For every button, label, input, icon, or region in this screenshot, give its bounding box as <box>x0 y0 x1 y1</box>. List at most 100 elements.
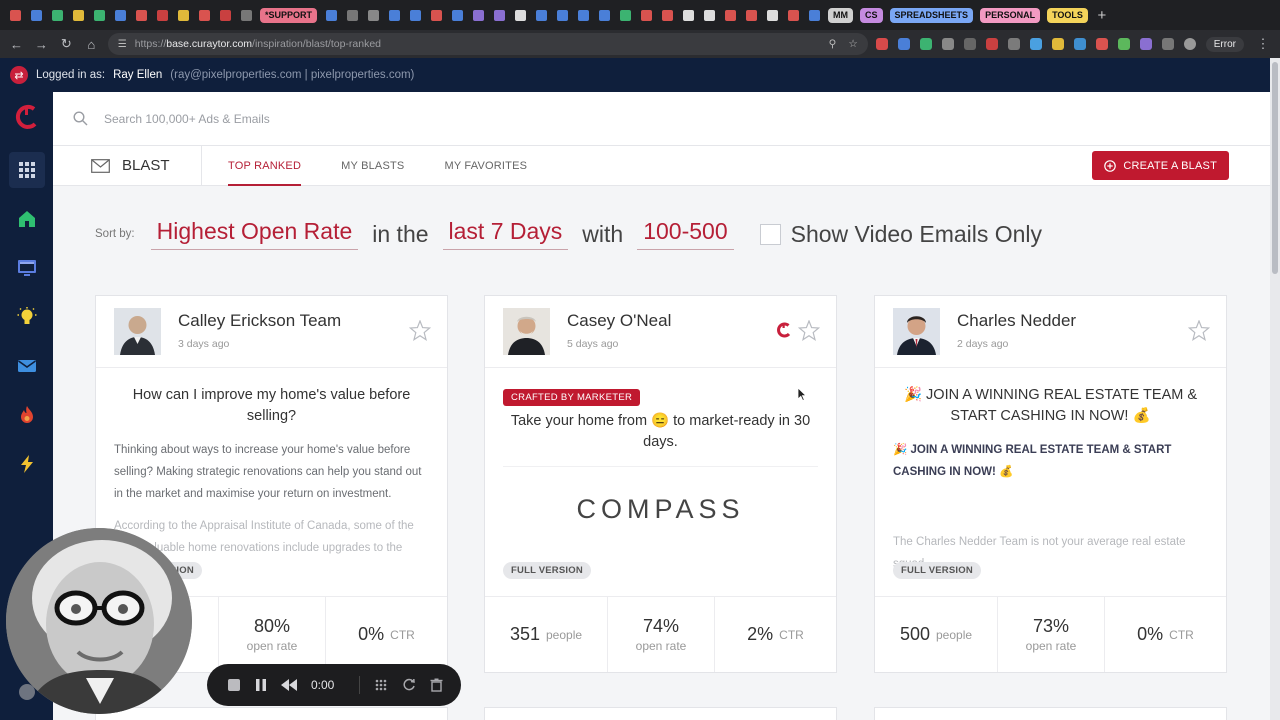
restart-icon[interactable] <box>402 678 416 692</box>
browser-tab-icon[interactable] <box>427 6 445 24</box>
browser-tab-icon[interactable] <box>6 6 24 24</box>
browser-tab-icon[interactable] <box>364 6 382 24</box>
sidebar-item-email[interactable] <box>9 348 45 384</box>
browser-tab-icon[interactable] <box>153 6 171 24</box>
zoom-icon[interactable]: ⚲ <box>829 38 837 50</box>
full-version-badge[interactable]: FULL VERSION <box>893 562 981 579</box>
browser-tab-icon[interactable] <box>637 6 655 24</box>
browser-tab-icon[interactable] <box>763 6 781 24</box>
bookmark-group-chip[interactable]: TOOLS <box>1047 7 1088 23</box>
browser-tab-icon[interactable] <box>490 6 508 24</box>
bookmark-group-chip[interactable]: MM <box>828 7 854 23</box>
extension-icon[interactable] <box>985 38 998 50</box>
full-version-badge[interactable]: FULL VERSION <box>503 562 591 579</box>
browser-tab-icon[interactable] <box>132 6 150 24</box>
profile-avatar-icon[interactable] <box>1183 38 1196 50</box>
browser-tab-icon[interactable] <box>658 6 676 24</box>
extension-icon[interactable] <box>897 38 910 50</box>
extensions-puzzle-icon[interactable] <box>1161 38 1174 50</box>
bookmark-group-chip[interactable]: *SUPPORT <box>260 7 318 23</box>
browser-tab-icon[interactable] <box>469 6 487 24</box>
browser-menu-icon[interactable]: ⋮ <box>1254 36 1272 52</box>
forward-icon[interactable]: → <box>33 37 50 52</box>
browser-tab-icon[interactable] <box>553 6 571 24</box>
favorite-star-icon[interactable] <box>798 320 820 341</box>
tab-my-blasts[interactable]: MY BLASTS <box>321 146 424 185</box>
browser-tab-icon[interactable] <box>616 6 634 24</box>
stop-icon[interactable] <box>227 678 241 692</box>
browser-tab-icon[interactable] <box>322 6 340 24</box>
browser-tab-icon[interactable] <box>406 6 424 24</box>
browser-tab-icon[interactable] <box>27 6 45 24</box>
blast-card-partial[interactable] <box>874 707 1227 720</box>
sidebar-item-apps[interactable] <box>8 152 45 188</box>
video-only-label[interactable]: Show Video Emails Only <box>791 221 1042 248</box>
error-indicator[interactable]: Error <box>1205 36 1244 52</box>
browser-tab-icon[interactable] <box>174 6 192 24</box>
switch-user-icon[interactable]: ⇄ <box>10 66 28 84</box>
browser-tab-icon[interactable] <box>237 6 255 24</box>
browser-tab-icon[interactable] <box>216 6 234 24</box>
browser-tab-icon[interactable] <box>784 6 802 24</box>
drag-handle-icon[interactable] <box>374 678 388 692</box>
sidebar-item-home[interactable] <box>9 201 45 237</box>
browser-tab-icon[interactable] <box>90 6 108 24</box>
tab-top-ranked[interactable]: TOP RANKED <box>202 146 321 186</box>
bookmark-group-chip[interactable]: SPREADSHEETS <box>889 7 974 23</box>
site-info-icon[interactable]: ☰ <box>118 39 127 50</box>
browser-tab-icon[interactable] <box>195 6 213 24</box>
blast-card-partial[interactable] <box>95 707 448 720</box>
browser-tab-icon[interactable] <box>343 6 361 24</box>
create-blast-button[interactable]: CREATE A BLAST <box>1092 151 1229 180</box>
reload-icon[interactable]: ↻ <box>58 36 75 52</box>
blast-card-partial[interactable] <box>484 707 837 720</box>
bookmark-star-icon[interactable]: ☆ <box>848 38 857 50</box>
browser-tab-icon[interactable] <box>448 6 466 24</box>
page-scrollbar[interactable] <box>1270 58 1280 720</box>
favorite-star-icon[interactable] <box>409 320 431 341</box>
browser-tab-icon[interactable] <box>574 6 592 24</box>
blast-card[interactable]: Casey O'Neal 5 days ago CRAFTED BY MARKE… <box>484 295 837 673</box>
browser-tab-icon[interactable] <box>679 6 697 24</box>
browser-tab-icon[interactable] <box>48 6 66 24</box>
blast-card[interactable]: Charles Nedder 2 days ago 🎉 JOIN A WINNI… <box>874 295 1227 673</box>
extension-icon[interactable] <box>1051 38 1064 50</box>
scrollbar-thumb[interactable] <box>1272 62 1278 274</box>
trash-icon[interactable] <box>430 678 443 692</box>
browser-tab-icon[interactable] <box>805 6 823 24</box>
browser-tab-icon[interactable] <box>595 6 613 24</box>
extension-icon[interactable] <box>941 38 954 50</box>
bookmark-group-chip[interactable]: CS <box>860 7 883 23</box>
browser-tab-icon[interactable] <box>69 6 87 24</box>
extension-icon[interactable] <box>1073 38 1086 50</box>
browser-tab-icon[interactable] <box>511 6 529 24</box>
sort-metric-select[interactable]: Highest Open Rate <box>150 218 359 250</box>
home-icon[interactable]: ⌂ <box>83 37 100 52</box>
sidebar-item-hot[interactable] <box>9 397 45 433</box>
sort-period-select[interactable]: last 7 Days <box>442 218 569 250</box>
browser-tab-icon[interactable] <box>721 6 739 24</box>
sort-range-select[interactable]: 100-500 <box>637 218 734 250</box>
video-only-checkbox[interactable] <box>759 223 781 245</box>
extension-icon[interactable] <box>875 38 888 50</box>
tab-my-favorites[interactable]: MY FAVORITES <box>424 146 547 185</box>
browser-tab-icon[interactable] <box>111 6 129 24</box>
browser-tab-icon[interactable] <box>742 6 760 24</box>
pause-icon[interactable] <box>255 678 267 692</box>
sidebar-item-flash[interactable] <box>9 446 45 482</box>
webcam-overlay[interactable] <box>6 528 192 714</box>
browser-tab-icon[interactable] <box>532 6 550 24</box>
sidebar-item-websites[interactable] <box>9 250 45 286</box>
new-tab-icon[interactable]: + <box>1093 6 1111 24</box>
extension-icon[interactable] <box>1007 38 1020 50</box>
extension-icon[interactable] <box>963 38 976 50</box>
extension-icon[interactable] <box>1117 38 1130 50</box>
extension-icon[interactable] <box>1095 38 1108 50</box>
back-icon[interactable]: ← <box>8 37 25 52</box>
extension-icon[interactable] <box>1139 38 1152 50</box>
sidebar-item-ideas[interactable] <box>9 299 45 335</box>
favorite-star-icon[interactable] <box>1188 320 1210 341</box>
bookmark-group-chip[interactable]: PERSONAL <box>980 7 1041 23</box>
browser-tab-icon[interactable] <box>385 6 403 24</box>
curaytor-logo-icon[interactable] <box>14 104 40 130</box>
